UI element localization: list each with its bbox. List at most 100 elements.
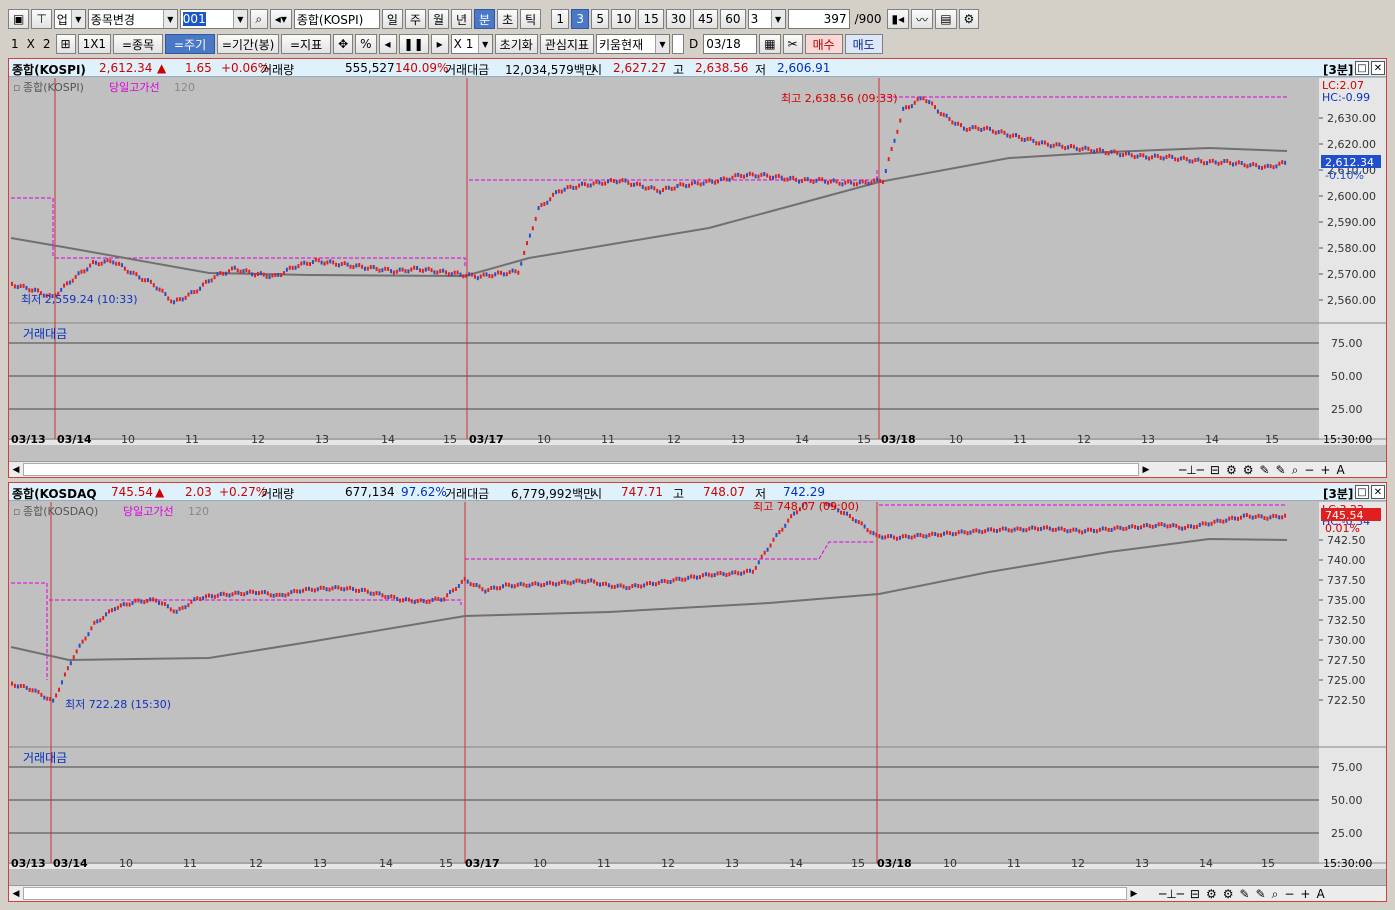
zoom-out-icon[interactable]: − bbox=[1284, 887, 1294, 901]
low-value: 2,606.91 bbox=[777, 61, 831, 75]
interval-button[interactable]: 15 bbox=[638, 9, 664, 29]
range-slider-icon[interactable]: ─⊥─ bbox=[1179, 463, 1204, 477]
scroll-right-icon[interactable]: ▶ bbox=[1128, 887, 1140, 900]
interval-button[interactable]: 60 bbox=[720, 9, 746, 29]
candle bbox=[22, 684, 25, 689]
candle bbox=[1179, 156, 1182, 161]
kosdaq-scrollbar[interactable]: ◀ ▶ ─⊥─ ⊟ ⚙ ⚙ ✎ ✎ ⌕ − + A bbox=[9, 885, 1386, 901]
range-slider-icon[interactable]: ─⊥─ bbox=[1159, 887, 1184, 901]
period-button[interactable]: 틱 bbox=[520, 9, 542, 29]
layout-1[interactable]: 1 bbox=[8, 37, 22, 51]
date-field[interactable]: 03/18 bbox=[703, 34, 758, 54]
speaker-icon[interactable]: ◂▾ bbox=[269, 9, 292, 29]
kospi-chart[interactable]: 2,630.002,620.002,610.002,600.002,590.00… bbox=[9, 78, 1386, 445]
period-button[interactable]: 월 bbox=[427, 9, 449, 29]
zoom-in-icon[interactable]: + bbox=[1300, 887, 1310, 901]
code-input[interactable]: 001 ▼ bbox=[179, 9, 248, 29]
prev-icon[interactable]: ◂ bbox=[378, 34, 397, 54]
maximize-icon[interactable]: □ bbox=[1355, 61, 1369, 75]
candle bbox=[433, 270, 436, 275]
interval-button[interactable]: 5 bbox=[591, 9, 610, 29]
interval-button[interactable]: 45 bbox=[693, 9, 719, 29]
zoom-select[interactable]: X 1 ▼ bbox=[450, 34, 493, 54]
layout-icon[interactable]: ▣ bbox=[8, 9, 30, 29]
count-field[interactable]: 397 bbox=[787, 9, 850, 29]
candle-type-icon[interactable]: ▮◂ bbox=[886, 9, 910, 29]
sell-button[interactable]: 매도 bbox=[844, 34, 883, 54]
market-select[interactable]: 업 ▼ bbox=[53, 9, 86, 29]
gear-icon[interactable]: ⚙ bbox=[1243, 463, 1254, 477]
scroll-thumb[interactable] bbox=[23, 887, 1127, 900]
interval-button[interactable]: 30 bbox=[665, 9, 692, 29]
scissors-icon[interactable]: ✂ bbox=[782, 34, 803, 54]
draw-icon[interactable]: ✎ bbox=[1276, 463, 1286, 477]
scroll-left-icon[interactable]: ◀ bbox=[10, 887, 22, 900]
close-icon[interactable]: ✕ bbox=[1371, 485, 1385, 499]
scroll-thumb[interactable] bbox=[23, 463, 1139, 476]
candle bbox=[1211, 158, 1214, 163]
gear-icon[interactable]: ⚙ bbox=[1206, 887, 1217, 901]
candle bbox=[222, 591, 225, 596]
zoom-out-icon[interactable]: − bbox=[1304, 463, 1314, 477]
candle bbox=[1178, 525, 1181, 530]
font-icon[interactable]: A bbox=[1336, 463, 1344, 477]
eq-range-button[interactable]: =기간(봉) bbox=[217, 34, 280, 54]
table-icon[interactable]: ⊟ bbox=[1210, 463, 1220, 477]
zoom-in-icon[interactable]: + bbox=[1320, 463, 1330, 477]
one-by-one-button[interactable]: 1X1 bbox=[77, 34, 112, 54]
period-button[interactable]: 일 bbox=[381, 9, 403, 29]
kiwoom-select[interactable]: 키움현재 ▼ bbox=[595, 34, 670, 54]
date-label: 03/14 bbox=[53, 857, 88, 869]
eq-item-button[interactable]: =종목 bbox=[113, 34, 164, 54]
line-type-icon[interactable]: 〰 bbox=[911, 9, 934, 29]
candle bbox=[119, 603, 122, 608]
interval-button[interactable]: 1 bbox=[551, 9, 570, 29]
save-icon[interactable]: ▤ bbox=[935, 9, 957, 29]
eq-indicator-button[interactable]: =지표 bbox=[281, 34, 332, 54]
draw-icon[interactable]: ✎ bbox=[1240, 887, 1250, 901]
crosshair-icon[interactable]: ✥ bbox=[333, 34, 354, 54]
candle bbox=[248, 269, 251, 274]
d-checkbox[interactable] bbox=[671, 34, 684, 54]
kospi-scrollbar[interactable]: ◀ ▶ ─⊥─ ⊟ ⚙ ⚙ ✎ ✎ ⌕ − + A bbox=[9, 461, 1386, 477]
kosdaq-chart[interactable]: 742.50 740.00 737.50 735.00 732.50 730.00 727.… bbox=[9, 502, 1386, 869]
candle bbox=[256, 272, 259, 277]
eq-period-button[interactable]: =주기 bbox=[165, 34, 216, 54]
change-item-select[interactable]: 종목변경 ▼ bbox=[87, 9, 178, 29]
pin-icon[interactable]: ⊤ bbox=[31, 9, 52, 29]
search-icon[interactable]: ⌕ bbox=[249, 9, 268, 29]
scroll-right-icon[interactable]: ▶ bbox=[1140, 463, 1152, 476]
search-icon[interactable]: ⌕ bbox=[1292, 463, 1299, 478]
period-button[interactable]: 주 bbox=[404, 9, 426, 29]
gear-icon[interactable]: ⚙ bbox=[1226, 463, 1237, 477]
table-icon[interactable]: ⊟ bbox=[1190, 887, 1200, 901]
reset-button[interactable]: 초기화 bbox=[494, 34, 538, 54]
percent-button[interactable]: % bbox=[355, 34, 377, 54]
interval-button[interactable]: 3 bbox=[571, 9, 590, 29]
amount-label: 거래대금 bbox=[445, 63, 490, 77]
item-name-field[interactable]: 종합(KOSPI) bbox=[293, 9, 380, 29]
interval-select[interactable]: 3 ▼ bbox=[747, 9, 786, 29]
gear-icon[interactable]: ⚙ bbox=[1223, 887, 1234, 901]
interest-indicator-button[interactable]: 관심지표 bbox=[539, 34, 594, 54]
search-icon[interactable]: ⌕ bbox=[1272, 887, 1279, 902]
draw-icon[interactable]: ✎ bbox=[1256, 887, 1266, 901]
font-icon[interactable]: A bbox=[1316, 887, 1324, 901]
period-button[interactable]: 년 bbox=[450, 9, 473, 29]
candle bbox=[534, 216, 537, 221]
grid-icon[interactable]: ⊞ bbox=[55, 34, 76, 54]
maximize-icon[interactable]: □ bbox=[1355, 485, 1369, 499]
layout-2[interactable]: 2 bbox=[40, 37, 54, 51]
period-button[interactable]: 초 bbox=[497, 9, 519, 29]
next-icon[interactable]: ▸ bbox=[430, 34, 449, 54]
calendar-icon[interactable]: ▦ bbox=[759, 34, 781, 54]
draw-icon[interactable]: ✎ bbox=[1260, 463, 1270, 477]
interval-button[interactable]: 10 bbox=[611, 9, 637, 29]
period-button[interactable]: 분 bbox=[474, 9, 496, 29]
pause-icon[interactable]: ❚❚ bbox=[398, 34, 429, 54]
buy-button[interactable]: 매수 bbox=[804, 34, 843, 54]
gear-icon[interactable]: ⚙ bbox=[958, 9, 980, 29]
price-axis-label: 735.00 bbox=[1327, 594, 1366, 607]
scroll-left-icon[interactable]: ◀ bbox=[10, 463, 22, 476]
close-icon[interactable]: ✕ bbox=[1371, 61, 1385, 75]
